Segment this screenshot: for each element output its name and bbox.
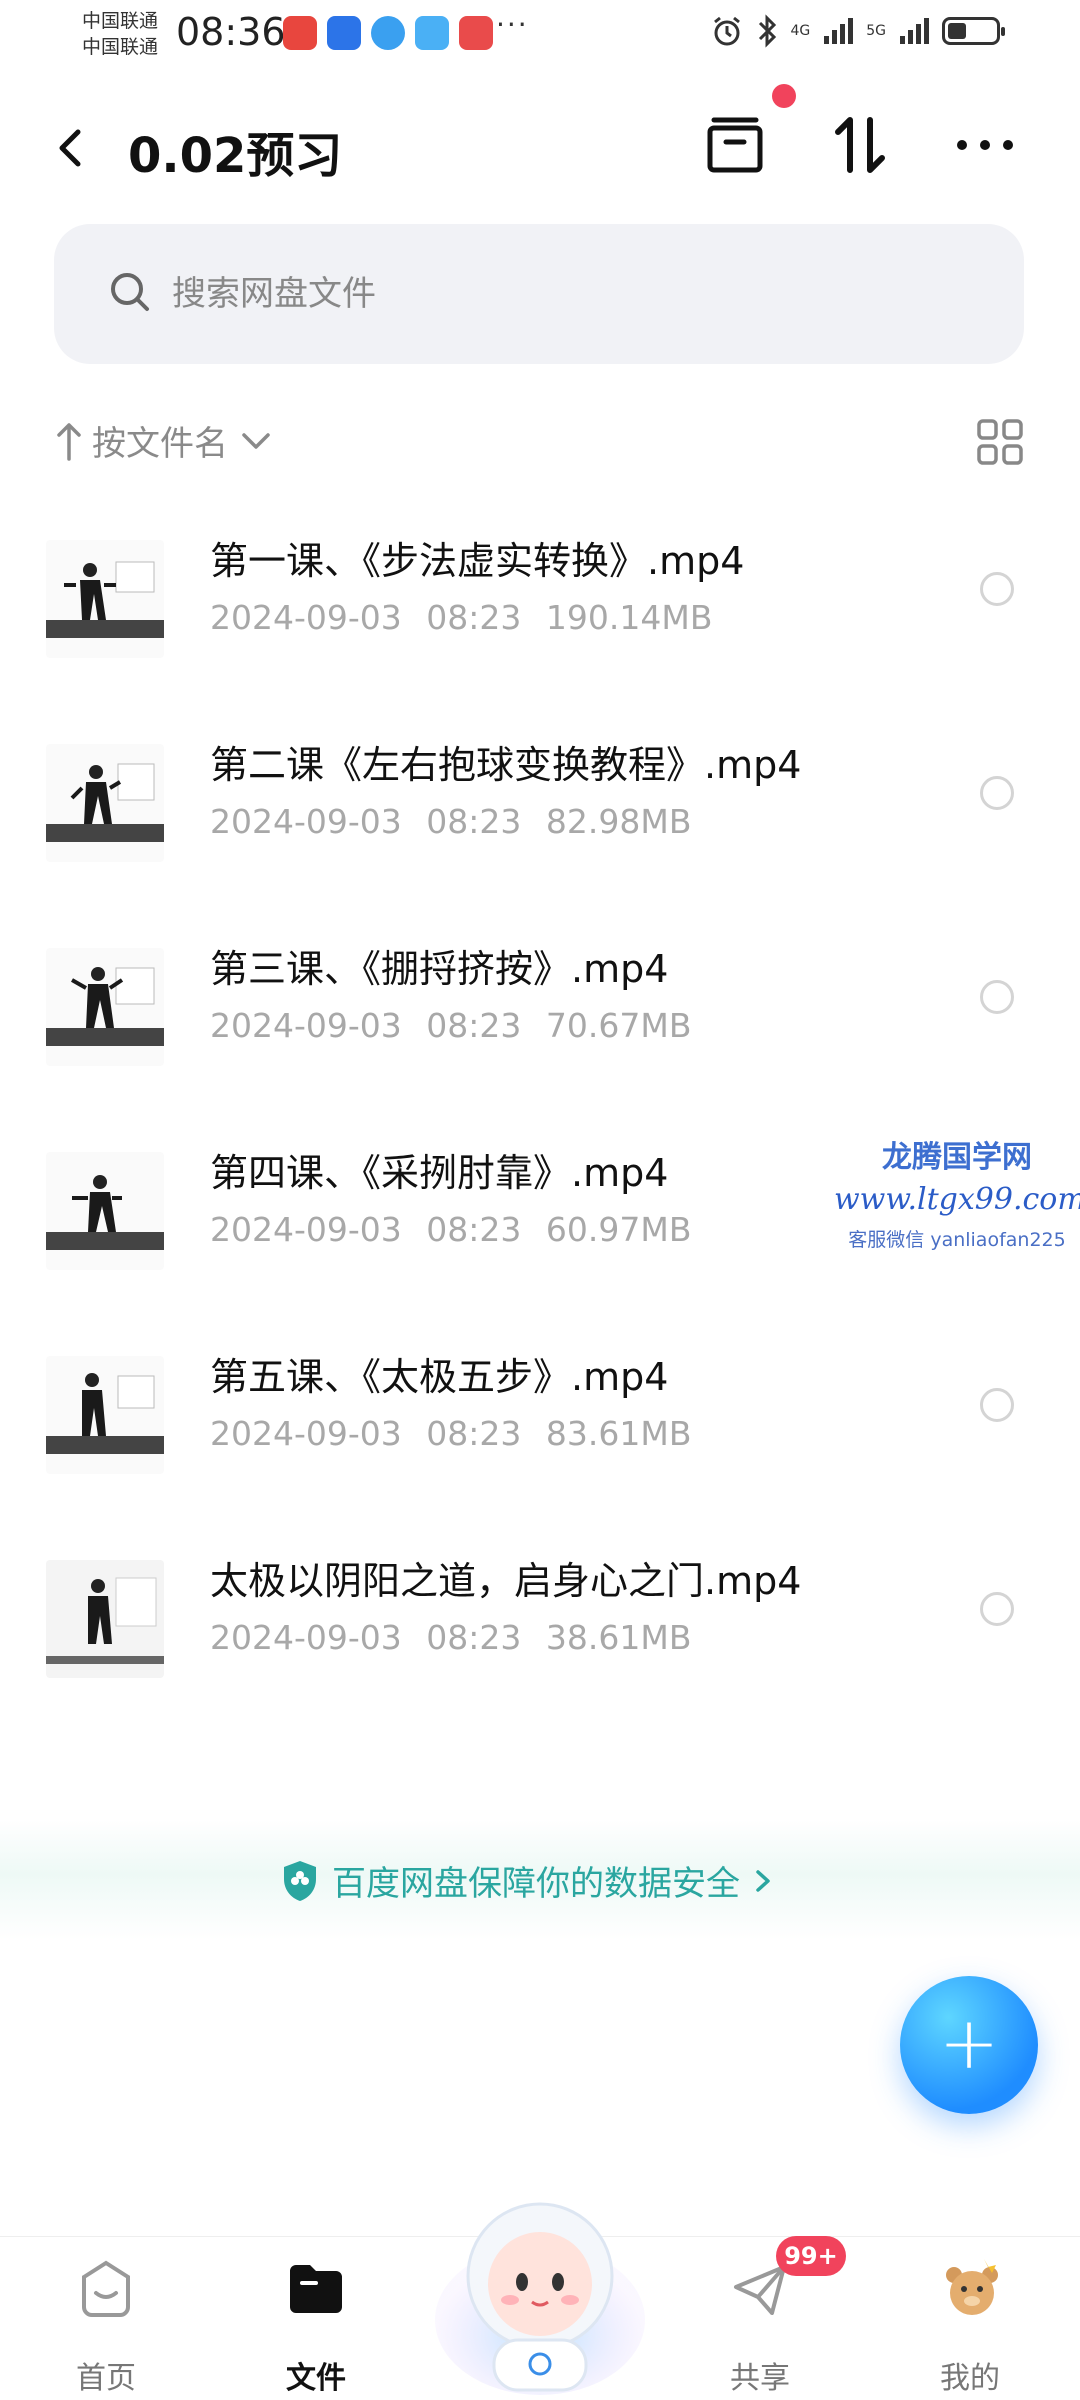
- carrier-2: 中国联通: [82, 36, 159, 58]
- select-checkbox[interactable]: [980, 776, 1014, 810]
- select-checkbox[interactable]: [980, 1388, 1014, 1422]
- file-meta: 2024-09-03 08:23 70.67MB: [210, 1006, 692, 1045]
- bluetooth-icon: [759, 14, 777, 48]
- watermark-contact: 客服微信 yanliaofan225: [848, 1229, 1066, 1251]
- transfer-box-icon[interactable]: [700, 110, 770, 180]
- file-name: 第三课、《掤捋挤按》.mp4: [210, 947, 669, 991]
- notification-dot: [772, 84, 796, 108]
- alarm-icon: [714, 16, 741, 46]
- video-thumbnail: [46, 1560, 164, 1678]
- status-bar: 中国联通 中国联通 08:36 ··· 4G 5G: [0, 0, 1080, 72]
- carrier-1: 中国联通: [82, 10, 159, 32]
- nav-item-files[interactable]: 文件: [236, 2237, 396, 2400]
- video-thumbnail: [46, 540, 164, 658]
- huawei-app-icon: [459, 16, 493, 50]
- back-arrow-icon[interactable]: [48, 118, 96, 178]
- file-row[interactable]: 第三课、《掤捋挤按》.mp4 2024-09-03 08:23 70.67MB: [0, 908, 1080, 1112]
- network-5g-label: 5G: [866, 23, 886, 39]
- file-meta: 2024-09-03 08:23 38.61MB: [210, 1618, 692, 1657]
- top-bar: 0.02预习: [0, 88, 1080, 208]
- select-checkbox[interactable]: [980, 572, 1014, 606]
- carrier-labels: 中国联通 中国联通: [82, 8, 158, 60]
- file-row[interactable]: 第一课、《步法虚实转换》.mp4 2024-09-03 08:23 190.14…: [0, 500, 1080, 704]
- nav-item-mine[interactable]: 我的: [890, 2237, 1050, 2400]
- chevron-right-icon: [756, 1869, 770, 1892]
- red-app-icon: [283, 16, 317, 50]
- sort-row: 按文件名: [54, 410, 1024, 480]
- battery-icon: [942, 17, 1005, 45]
- nav-item-home[interactable]: 首页: [26, 2237, 186, 2400]
- sort-arrows-icon[interactable]: [826, 110, 896, 180]
- file-name: 第一课、《步法虚实转换》.mp4: [210, 539, 745, 583]
- notification-icons: [283, 16, 493, 50]
- select-checkbox[interactable]: [980, 980, 1014, 1014]
- file-name: 太极以阴阳之道，启身心之门.mp4: [210, 1559, 802, 1603]
- shield-icon: [284, 1860, 316, 1901]
- file-row[interactable]: 第二课《左右抱球变换教程》.mp4 2024-09-03 08:23 82.98…: [0, 704, 1080, 908]
- system-icons: 4G 5G: [710, 14, 1005, 48]
- file-name: 第四课、《采挒肘靠》.mp4: [210, 1151, 669, 1195]
- watermark-title: 龙腾国学网: [882, 1140, 1032, 1175]
- nav-label-mine: 我的: [940, 2361, 1000, 2396]
- nav-label-files: 文件: [286, 2361, 346, 2396]
- add-button[interactable]: +: [900, 1976, 1038, 2114]
- file-list: 第一课、《步法虚实转换》.mp4 2024-09-03 08:23 190.14…: [0, 500, 1080, 1724]
- file-meta: 2024-09-03 08:23 60.97MB: [210, 1210, 692, 1249]
- search-icon: [111, 273, 149, 311]
- file-meta: 2024-09-03 08:23 190.14MB: [210, 598, 713, 637]
- nav-label-home: 首页: [76, 2361, 136, 2396]
- home-icon: [82, 2260, 130, 2317]
- video-thumbnail: [46, 1152, 164, 1270]
- clock: 08:36: [176, 10, 286, 54]
- browser-app-icon: [371, 16, 405, 50]
- select-checkbox[interactable]: [980, 1592, 1014, 1626]
- signal-icon-2: [900, 18, 929, 44]
- blue-u-app-icon: [327, 16, 361, 50]
- grid-view-icon[interactable]: [976, 418, 1024, 466]
- file-name: 第二课《左右抱球变换教程》.mp4: [210, 743, 802, 787]
- watermark-url: www.ltgx99.com: [834, 1182, 1080, 1217]
- search-input[interactable]: [172, 264, 952, 324]
- search-bar[interactable]: [54, 224, 1024, 364]
- security-banner-text: 百度网盘保障你的数据安全: [332, 1864, 740, 1904]
- chevron-down-icon: [242, 432, 270, 449]
- page-title: 0.02预习: [128, 128, 343, 184]
- share-badge: 99+: [776, 2236, 846, 2276]
- plus-icon: +: [938, 2001, 1000, 2085]
- file-meta: 2024-09-03 08:23 82.98MB: [210, 802, 692, 841]
- bear-avatar-icon: [946, 2259, 998, 2315]
- more-notifications-icon: ···: [496, 8, 529, 41]
- more-options-icon[interactable]: [950, 110, 1020, 180]
- file-row[interactable]: 第五课、《太极五步》.mp4 2024-09-03 08:23 83.61MB: [0, 1316, 1080, 1520]
- weather-app-icon: [415, 16, 449, 50]
- mascot-assistant-icon[interactable]: [430, 2180, 650, 2400]
- signal-icon-1: [824, 18, 854, 44]
- file-row[interactable]: 太极以阴阳之道，启身心之门.mp4 2024-09-03 08:23 38.61…: [0, 1520, 1080, 1724]
- video-thumbnail: [46, 1356, 164, 1474]
- nav-label-share: 共享: [730, 2361, 790, 2396]
- network-4g-label: 4G: [790, 23, 811, 39]
- security-banner[interactable]: 百度网盘保障你的数据安全: [0, 1820, 1080, 1940]
- sort-label: 按文件名: [92, 424, 228, 464]
- video-thumbnail: [46, 744, 164, 862]
- file-name: 第五课、《太极五步》.mp4: [210, 1355, 669, 1399]
- folder-icon: [290, 2265, 342, 2313]
- video-thumbnail: [46, 948, 164, 1066]
- sort-up-arrow-icon: [57, 422, 81, 461]
- watermark: 龙腾国学网 www.ltgx99.com 客服微信 yanliaofan225: [834, 1132, 1080, 1252]
- file-meta: 2024-09-03 08:23 83.61MB: [210, 1414, 692, 1453]
- sort-by-name-button[interactable]: 按文件名: [54, 416, 276, 465]
